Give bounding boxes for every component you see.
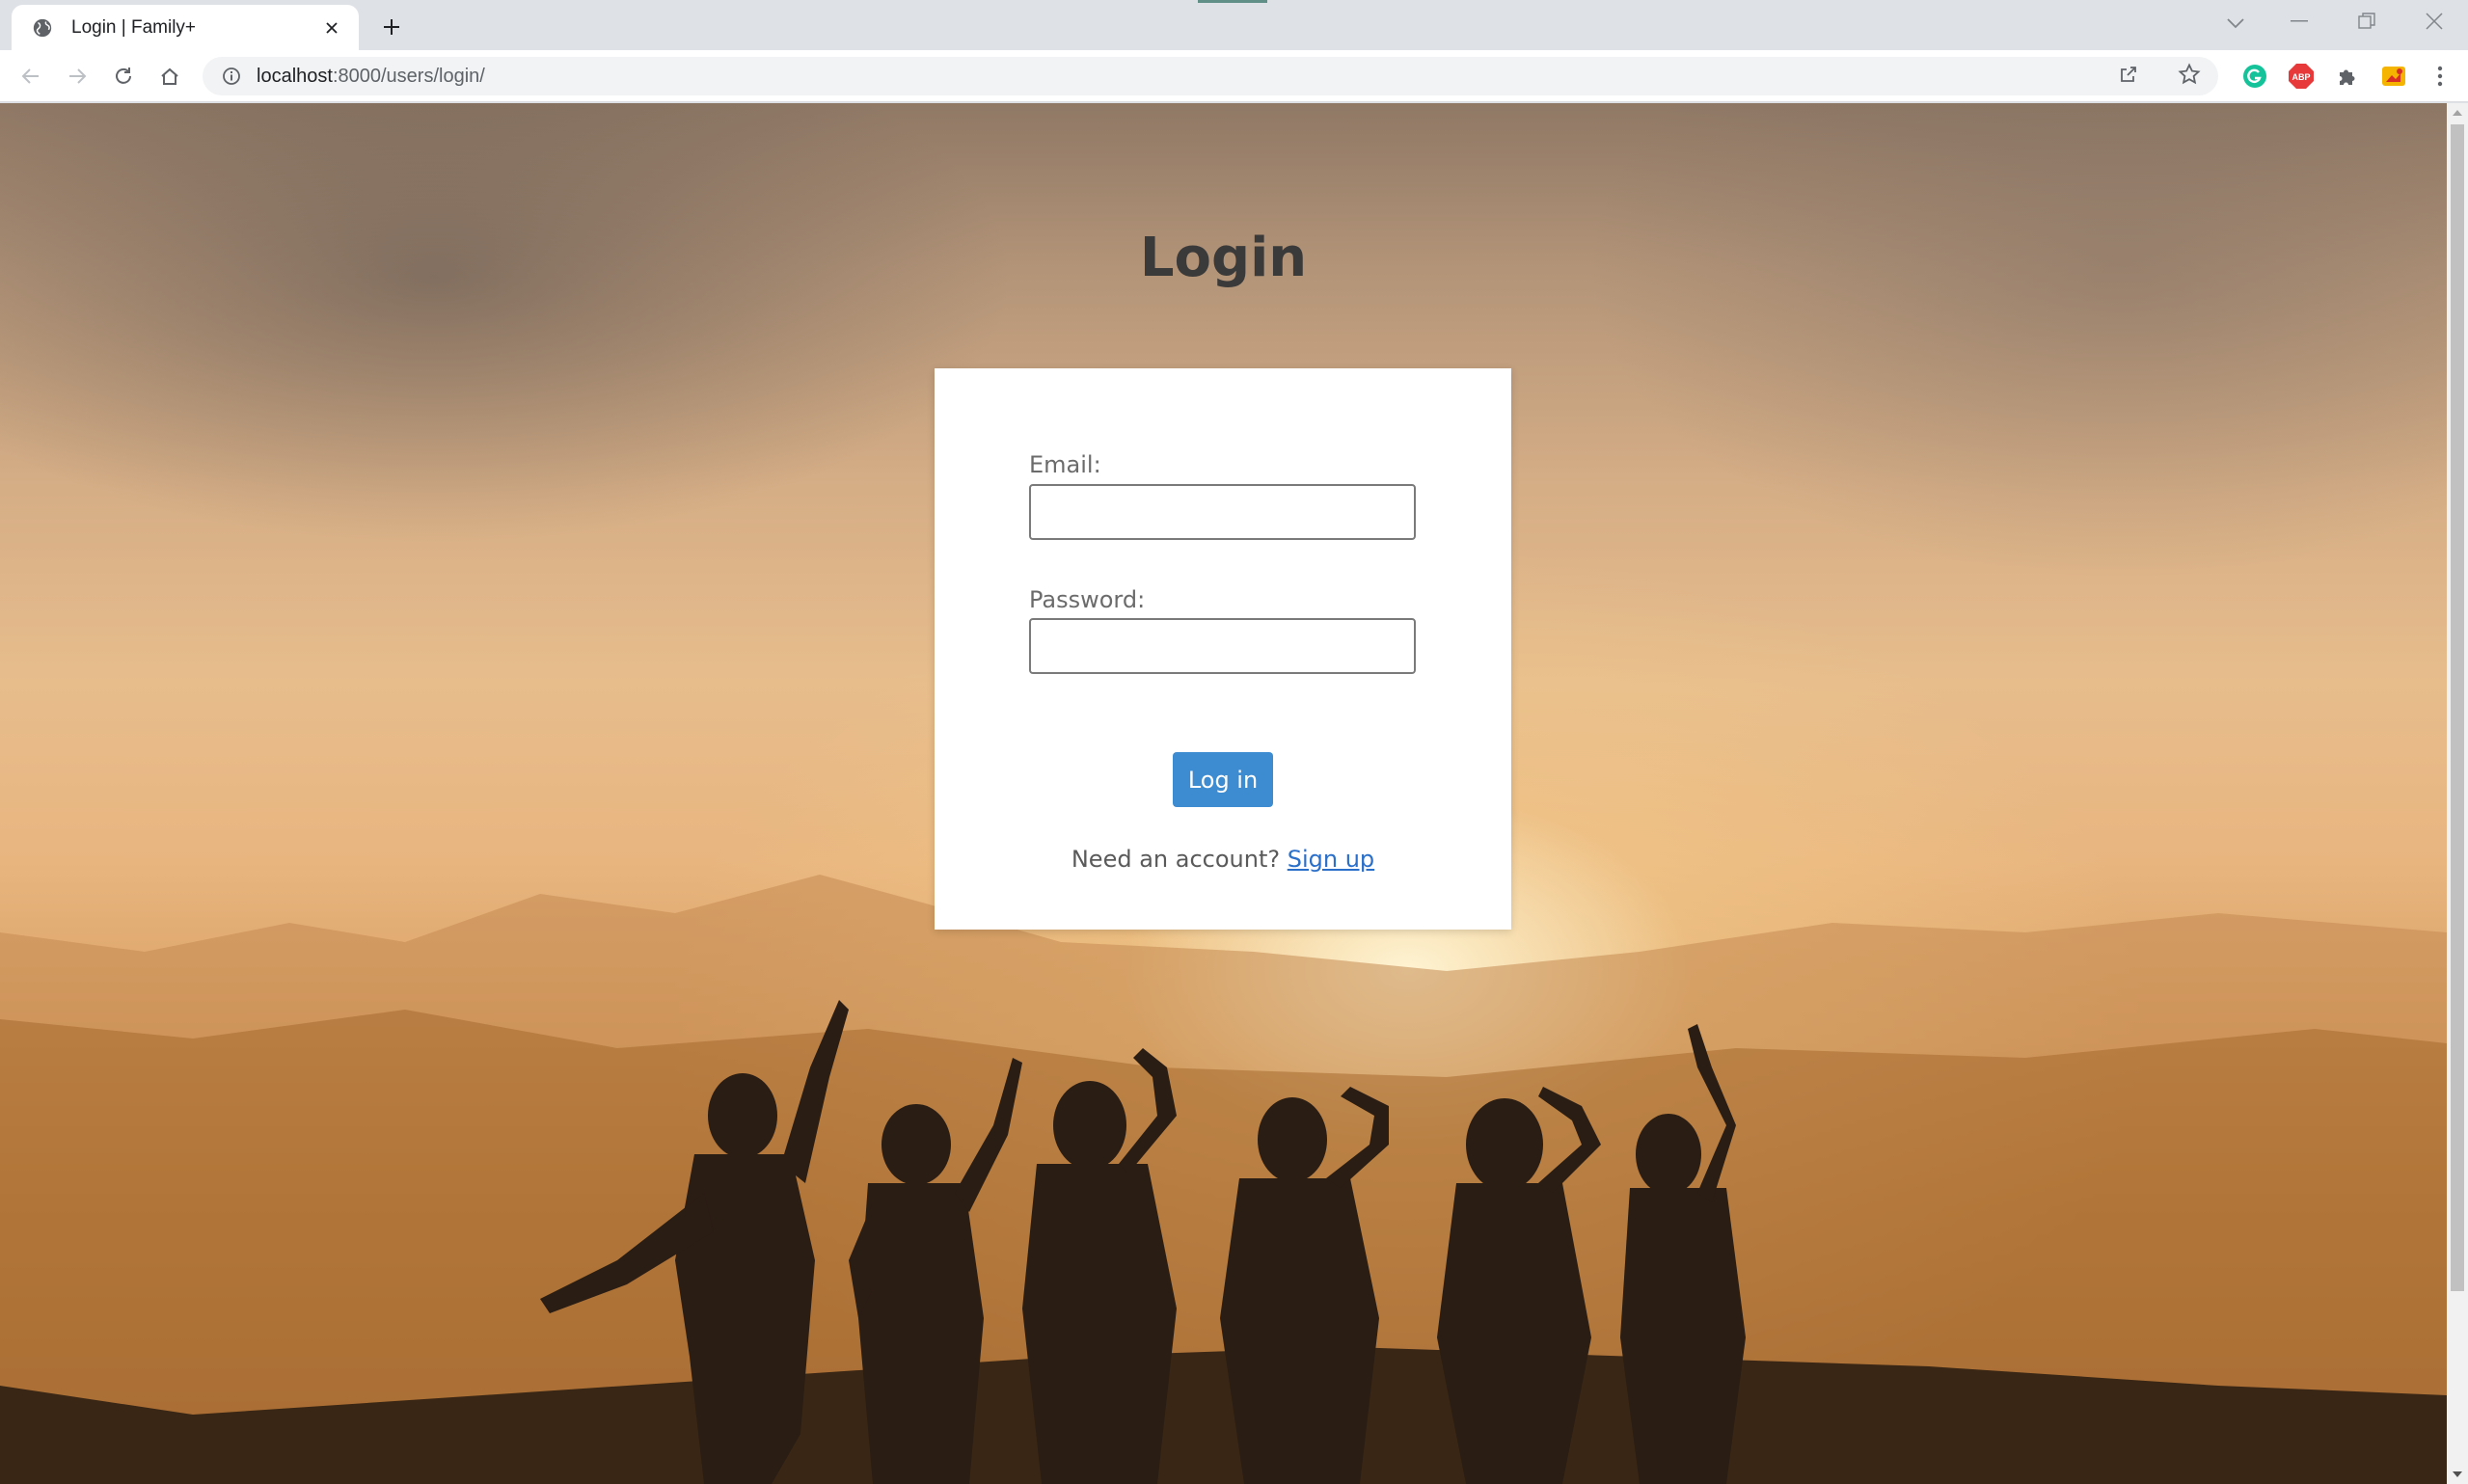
- signup-prompt: Need an account?: [1071, 846, 1281, 873]
- tab-indicator: [1198, 0, 1267, 3]
- grammarly-icon[interactable]: [2236, 57, 2274, 95]
- page-title: Login: [1139, 227, 1308, 289]
- home-icon[interactable]: [150, 57, 189, 95]
- url-path: :8000/users/login/: [332, 65, 485, 87]
- login-card: Email: Password: Log in Need an account?…: [935, 368, 1511, 930]
- window-close-icon[interactable]: [2400, 0, 2468, 42]
- url-host: localhost: [257, 65, 333, 87]
- scroll-up-icon[interactable]: [2447, 103, 2468, 122]
- tab-title: Login | Family+: [71, 16, 197, 38]
- window-controls: [2265, 0, 2468, 42]
- login-button[interactable]: Log in: [1173, 752, 1273, 807]
- adblock-label: ABP: [2292, 72, 2310, 82]
- password-field[interactable]: [1029, 618, 1416, 674]
- back-icon[interactable]: [12, 57, 50, 95]
- star-icon[interactable]: [2178, 62, 2201, 91]
- info-icon[interactable]: [220, 65, 243, 88]
- globe-icon: [31, 16, 54, 40]
- tab-search-icon[interactable]: [2218, 6, 2253, 40]
- scroll-down-icon[interactable]: [2447, 1465, 2468, 1484]
- restore-icon[interactable]: [2333, 0, 2400, 42]
- signup-prompt-line: Need an account? Sign up: [935, 846, 1511, 873]
- extensions-area: ABP: [2236, 57, 2459, 95]
- vertical-scrollbar[interactable]: [2447, 103, 2468, 1484]
- browser-toolbar: localhost:8000/users/login/ ABP: [0, 50, 2468, 102]
- tab-strip: Login | Family+: [0, 0, 2468, 50]
- reload-icon[interactable]: [104, 57, 143, 95]
- puzzle-icon[interactable]: [2328, 57, 2367, 95]
- adblock-icon[interactable]: ABP: [2282, 57, 2320, 95]
- share-icon[interactable]: [2118, 64, 2139, 90]
- plus-icon[interactable]: [374, 10, 409, 44]
- minimize-icon[interactable]: [2265, 0, 2333, 42]
- scrollbar-thumb[interactable]: [2451, 124, 2464, 1291]
- forward-icon[interactable]: [58, 57, 96, 95]
- close-icon[interactable]: [318, 14, 345, 41]
- url-text[interactable]: localhost:8000/users/login/: [257, 66, 2118, 88]
- browser-tab[interactable]: Login | Family+: [12, 5, 359, 50]
- page-viewport: Login Email: Password: Log in Need an ac…: [0, 103, 2447, 1484]
- kebab-menu-icon[interactable]: [2421, 57, 2459, 95]
- profile-extension-icon[interactable]: [2374, 57, 2413, 95]
- signup-link[interactable]: Sign up: [1288, 846, 1374, 873]
- email-field[interactable]: [1029, 484, 1416, 540]
- email-label: Email:: [1029, 451, 1101, 478]
- password-label: Password:: [1029, 586, 1146, 613]
- address-bar[interactable]: localhost:8000/users/login/: [203, 57, 2218, 95]
